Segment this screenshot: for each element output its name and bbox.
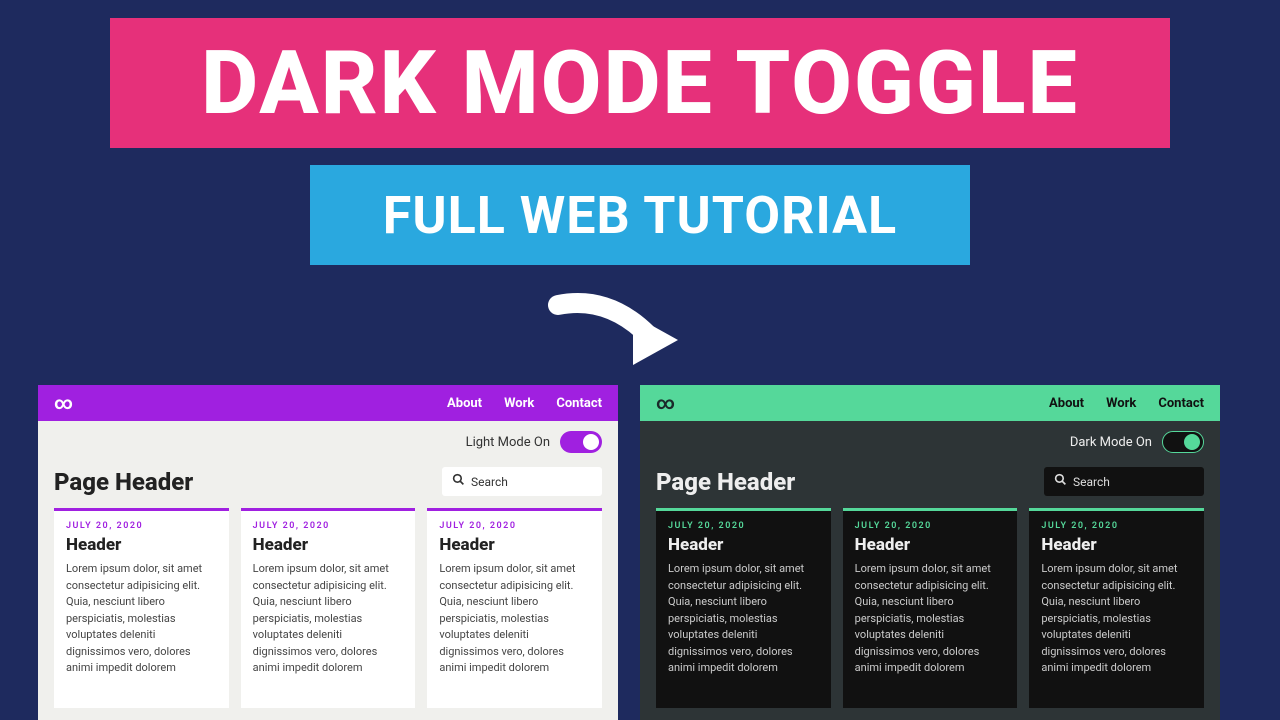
banner-subtitle-text: FULL WEB TUTORIAL — [383, 185, 897, 246]
nav-link-about[interactable]: About — [447, 396, 482, 411]
mode-toggle-row: Dark Mode On — [640, 421, 1220, 463]
card-title: Header — [439, 535, 590, 555]
card-date: JULY 20, 2020 — [1041, 521, 1192, 531]
card-title: Header — [855, 535, 1006, 555]
nav-link-about[interactable]: About — [1049, 396, 1084, 411]
card-date: JULY 20, 2020 — [855, 521, 1006, 531]
card-body: Lorem ipsum dolor, sit amet consectetur … — [855, 561, 1006, 677]
card-title: Header — [1041, 535, 1192, 555]
nav-link-contact[interactable]: Contact — [1158, 396, 1204, 411]
mode-toggle-row: Light Mode On — [38, 421, 618, 463]
banner-subtitle: FULL WEB TUTORIAL — [310, 165, 970, 265]
card-grid: JULY 20, 2020 Header Lorem ipsum dolor, … — [38, 508, 618, 708]
nav-links: About Work Contact — [1049, 396, 1204, 411]
nav-link-work[interactable]: Work — [1106, 396, 1136, 411]
theme-toggle[interactable] — [560, 431, 602, 453]
card-body: Lorem ipsum dolor, sit amet consectetur … — [253, 561, 404, 677]
search-input[interactable]: Search — [442, 467, 602, 496]
light-mode-preview: ∞ About Work Contact Light Mode On Page … — [38, 385, 618, 720]
nav-links: About Work Contact — [447, 396, 602, 411]
search-placeholder: Search — [471, 475, 508, 489]
content-card: JULY 20, 2020 Header Lorem ipsum dolor, … — [241, 508, 416, 708]
header-row: Page Header Search — [38, 463, 618, 508]
card-title: Header — [66, 535, 217, 555]
card-title: Header — [668, 535, 819, 555]
header-row: Page Header Search — [640, 463, 1220, 508]
toggle-knob — [1184, 434, 1200, 450]
mode-label: Light Mode On — [466, 435, 550, 450]
banner-title-text: DARK MODE TOGGLE — [201, 32, 1079, 135]
arrow-icon — [538, 285, 698, 375]
card-date: JULY 20, 2020 — [439, 521, 590, 531]
card-grid: JULY 20, 2020 Header Lorem ipsum dolor, … — [640, 508, 1220, 708]
theme-toggle[interactable] — [1162, 431, 1204, 453]
infinity-logo-icon: ∞ — [656, 393, 675, 414]
navbar: ∞ About Work Contact — [38, 385, 618, 421]
toggle-knob — [583, 434, 599, 450]
card-body: Lorem ipsum dolor, sit amet consectetur … — [66, 561, 217, 677]
nav-link-contact[interactable]: Contact — [556, 396, 602, 411]
card-body: Lorem ipsum dolor, sit amet consectetur … — [439, 561, 590, 677]
search-placeholder: Search — [1073, 475, 1110, 489]
content-card: JULY 20, 2020 Header Lorem ipsum dolor, … — [1029, 508, 1204, 708]
navbar: ∞ About Work Contact — [640, 385, 1220, 421]
content-card: JULY 20, 2020 Header Lorem ipsum dolor, … — [54, 508, 229, 708]
search-icon — [1054, 473, 1067, 490]
content-card: JULY 20, 2020 Header Lorem ipsum dolor, … — [427, 508, 602, 708]
card-title: Header — [253, 535, 404, 555]
search-input[interactable]: Search — [1044, 467, 1204, 496]
dark-mode-preview: ∞ About Work Contact Dark Mode On Page H… — [640, 385, 1220, 720]
card-date: JULY 20, 2020 — [66, 521, 217, 531]
content-card: JULY 20, 2020 Header Lorem ipsum dolor, … — [843, 508, 1018, 708]
page-title: Page Header — [656, 468, 795, 496]
mode-label: Dark Mode On — [1070, 435, 1152, 450]
banner-title: DARK MODE TOGGLE — [110, 18, 1170, 148]
page-title: Page Header — [54, 468, 193, 496]
card-date: JULY 20, 2020 — [253, 521, 404, 531]
content-card: JULY 20, 2020 Header Lorem ipsum dolor, … — [656, 508, 831, 708]
nav-link-work[interactable]: Work — [504, 396, 534, 411]
infinity-logo-icon: ∞ — [54, 393, 73, 414]
card-body: Lorem ipsum dolor, sit amet consectetur … — [1041, 561, 1192, 677]
search-icon — [452, 473, 465, 490]
card-body: Lorem ipsum dolor, sit amet consectetur … — [668, 561, 819, 677]
card-date: JULY 20, 2020 — [668, 521, 819, 531]
